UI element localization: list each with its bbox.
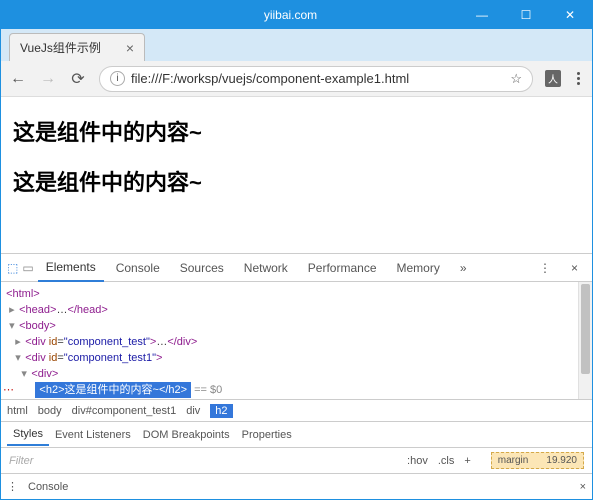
browser-tab[interactable]: VueJs组件示例 × xyxy=(9,33,145,61)
hov-toggle[interactable]: :hov xyxy=(407,455,428,467)
tab-title: VueJs组件示例 xyxy=(20,39,101,56)
tab-more[interactable]: » xyxy=(452,255,475,281)
inspect-icon[interactable]: ⬚ xyxy=(7,261,18,275)
site-info-icon[interactable]: i xyxy=(110,71,125,86)
nav-bar: ← → ⟳ i file:///F:/worksp/vuejs/componen… xyxy=(1,61,592,97)
window-titlebar: yiibai.com — ☐ ✕ xyxy=(1,1,592,29)
tab-properties[interactable]: Properties xyxy=(236,425,298,445)
drawer-close-icon[interactable]: × xyxy=(580,481,586,493)
devtools-tabs: ⬚ ▭ Elements Console Sources Network Per… xyxy=(1,254,592,282)
tab-styles[interactable]: Styles xyxy=(7,424,49,446)
drawer-menu-icon[interactable]: ⋮ xyxy=(7,480,18,493)
menu-button[interactable] xyxy=(573,72,584,85)
bookmark-icon[interactable]: ☆ xyxy=(510,71,522,87)
tab-dom-breakpoints[interactable]: DOM Breakpoints xyxy=(137,425,236,445)
dom-tree[interactable]: <html> ▸<head>…</head> ▾<body> ▸<div id=… xyxy=(1,282,578,399)
address-bar[interactable]: i file:///F:/worksp/vuejs/component-exam… xyxy=(99,66,533,92)
devtools-menu-icon[interactable]: ⋮ xyxy=(531,255,559,281)
add-rule-button[interactable]: + xyxy=(464,455,470,467)
heading-2: 这是组件中的内容~ xyxy=(13,165,580,197)
device-icon[interactable]: ▭ xyxy=(22,261,33,275)
devtools-panel: ⬚ ▭ Elements Console Sources Network Per… xyxy=(1,253,592,499)
window-title: yiibai.com xyxy=(1,8,460,22)
browser-chrome: VueJs组件示例 × ← → ⟳ i file:///F:/worksp/vu… xyxy=(1,29,592,499)
crumb-div2[interactable]: div xyxy=(186,405,200,417)
tab-memory[interactable]: Memory xyxy=(389,255,448,281)
tab-network[interactable]: Network xyxy=(236,255,296,281)
page-content: 这是组件中的内容~ 这是组件中的内容~ xyxy=(1,97,592,253)
reload-button[interactable]: ⟳ xyxy=(69,69,87,89)
tab-sources[interactable]: Sources xyxy=(172,255,232,281)
heading-1: 这是组件中的内容~ xyxy=(13,115,580,147)
box-model-margin: margin 19.920 xyxy=(491,452,584,469)
tab-elements[interactable]: Elements xyxy=(38,254,104,282)
selected-node[interactable]: <h2>这是组件中的内容~</h2> xyxy=(35,382,191,398)
url-text: file:///F:/worksp/vuejs/component-exampl… xyxy=(131,71,504,86)
styles-filter-input[interactable]: Filter xyxy=(1,455,399,467)
tab-performance[interactable]: Performance xyxy=(300,255,385,281)
crumb-h2[interactable]: h2 xyxy=(210,404,232,418)
elements-tree-container: <html> ▸<head>…</head> ▾<body> ▸<div id=… xyxy=(1,282,592,399)
styles-tabs: Styles Event Listeners DOM Breakpoints P… xyxy=(1,421,592,447)
tab-console[interactable]: Console xyxy=(108,255,168,281)
pdf-badge[interactable]: 人 xyxy=(545,70,561,87)
forward-button[interactable]: → xyxy=(39,70,57,88)
crumb-body[interactable]: body xyxy=(38,405,62,417)
dom-breadcrumb[interactable]: html body div#component_test1 div h2 xyxy=(1,399,592,421)
tab-bar: VueJs组件示例 × xyxy=(1,29,592,61)
console-drawer: ⋮ Console × xyxy=(1,473,592,499)
tab-close-icon[interactable]: × xyxy=(126,40,134,56)
back-button[interactable]: ← xyxy=(9,70,27,88)
maximize-button[interactable]: ☐ xyxy=(504,1,548,29)
devtools-close-icon[interactable]: × xyxy=(563,255,586,281)
drawer-console-tab[interactable]: Console xyxy=(28,481,68,493)
styles-filter-row: Filter :hov .cls + margin 19.920 xyxy=(1,447,592,473)
crumb-html[interactable]: html xyxy=(7,405,28,417)
crumb-div[interactable]: div#component_test1 xyxy=(72,405,177,417)
close-button[interactable]: ✕ xyxy=(548,1,592,29)
tab-listeners[interactable]: Event Listeners xyxy=(49,425,137,445)
tree-scrollbar[interactable] xyxy=(578,282,592,399)
minimize-button[interactable]: — xyxy=(460,1,504,29)
cls-toggle[interactable]: .cls xyxy=(438,455,455,467)
